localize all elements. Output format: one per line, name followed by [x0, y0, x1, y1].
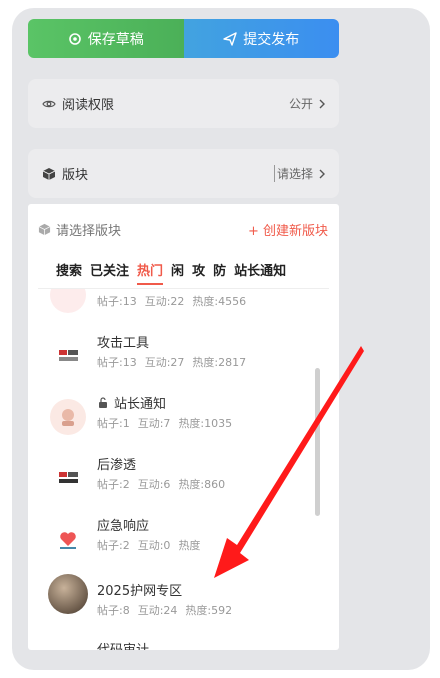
post-exploit-logo-icon [59, 472, 78, 483]
read-permission-row[interactable]: 阅读权限 公开 [28, 79, 339, 128]
interact-count: 互动:24 [137, 604, 178, 617]
heat-count: 热度 [178, 539, 201, 552]
interact-count: 互动:7 [137, 417, 171, 430]
block-stats: 帖子:13 互动:22 热度:4556 [97, 293, 246, 309]
block-name-row: 站长通知 [97, 393, 166, 412]
list-scrollbar[interactable] [315, 292, 320, 650]
heat-count: 热度:860 [178, 478, 226, 491]
heart-logo-icon [60, 532, 76, 549]
cube-icon [38, 223, 51, 236]
create-block-label: + 创建新版块 [247, 224, 328, 239]
block-avatar [50, 460, 86, 496]
block-select-row[interactable]: 版块 请选择 [28, 149, 339, 198]
posts-count: 帖子:8 [97, 604, 130, 617]
tab-defense[interactable]: 防 [213, 260, 226, 285]
submit-publish-label: 提交发布 [243, 31, 300, 48]
block-stats: 帖子:2 互动:6 热度:860 [97, 476, 225, 492]
tab-search[interactable]: 搜索 [56, 260, 82, 285]
list-item[interactable]: 攻击工具 帖子:13 互动:27 热度:2817 [28, 326, 324, 387]
block-name: 2025护网专区 [97, 584, 183, 599]
posts-count: 帖子:2 [97, 539, 130, 552]
chevron-right-icon [319, 169, 325, 178]
cube-icon [42, 167, 56, 180]
unlock-icon [99, 396, 107, 408]
tab-idle[interactable]: 闲 [171, 260, 184, 285]
list-item[interactable]: 代码审计 [28, 631, 324, 650]
block-tabs: 搜索 已关注 热门 闲 攻 防 站长通知 [56, 260, 286, 285]
posts-count: 帖子:1 [97, 417, 130, 430]
list-item[interactable]: 站长通知 帖子:1 互动:7 热度:1035 [28, 387, 324, 448]
block-label: 版块 [62, 168, 89, 183]
create-block-link[interactable]: + 创建新版块 [248, 220, 328, 239]
block-name: 代码审计 [97, 639, 149, 650]
notice-avatar-icon [62, 409, 74, 426]
block-list: 帖子:13 互动:22 热度:4556 攻击工具 帖子:13 互动:27 热度:… [28, 289, 324, 650]
posts-count: 帖子:13 [97, 295, 137, 308]
save-draft-label: 保存草稿 [87, 31, 144, 48]
dropdown-header: 请选择版块 + 创建新版块 [38, 220, 328, 239]
eye-icon [42, 100, 56, 107]
send-icon [223, 31, 237, 46]
block-avatar-photo [48, 574, 88, 614]
tab-admin-notice[interactable]: 站长通知 [234, 260, 286, 285]
block-stats: 帖子:1 互动:7 热度:1035 [97, 415, 232, 431]
block-stats: 帖子:2 互动:0 热度 [97, 537, 200, 553]
posts-count: 帖子:13 [97, 356, 137, 369]
scroll-thumb[interactable] [315, 368, 320, 516]
block-stats: 帖子:13 互动:27 热度:2817 [97, 354, 246, 370]
block-stats: 帖子:8 互动:24 热度:592 [97, 602, 232, 618]
block-avatar [50, 521, 86, 557]
block-name: 站长通知 [114, 397, 167, 412]
dropdown-title: 请选择版块 [56, 224, 122, 239]
block-avatar [50, 289, 86, 313]
interact-count: 互动:0 [137, 539, 171, 552]
block-avatar [50, 399, 86, 435]
target-icon [68, 32, 81, 45]
tab-followed[interactable]: 已关注 [90, 260, 129, 285]
list-item[interactable]: 后渗透 帖子:2 互动:6 热度:860 [28, 448, 324, 509]
interact-count: 互动:22 [144, 295, 185, 308]
interact-count: 互动:6 [137, 478, 171, 491]
heat-count: 热度:1035 [178, 417, 233, 430]
interact-count: 互动:27 [144, 356, 185, 369]
tab-attack[interactable]: 攻 [192, 260, 205, 285]
list-item[interactable]: 应急响应 帖子:2 互动:0 热度 [28, 509, 324, 570]
block-dropdown: 请选择版块 + 创建新版块 搜索 已关注 热门 闲 攻 防 站长通知 帖子:13… [28, 204, 339, 650]
heat-count: 热度:2817 [192, 356, 247, 369]
block-placeholder: 请选择 [276, 167, 313, 181]
read-permission-value: 公开 [288, 97, 313, 111]
save-draft-button[interactable]: 保存草稿 [28, 19, 184, 58]
heat-count: 热度:592 [185, 604, 233, 617]
list-item[interactable]: 2025护网专区 帖子:8 互动:24 热度:592 [28, 570, 324, 631]
submit-publish-button[interactable]: 提交发布 [183, 19, 339, 58]
block-avatar [50, 338, 86, 374]
block-name: 应急响应 [97, 519, 150, 534]
block-name: 攻击工具 [97, 336, 150, 351]
chevron-right-icon [319, 99, 325, 108]
action-buttons: 保存草稿 提交发布 [28, 19, 339, 58]
block-name: 后渗透 [97, 458, 137, 473]
list-item[interactable]: 帖子:13 互动:22 热度:4556 [28, 289, 324, 326]
tab-hot[interactable]: 热门 [137, 260, 164, 285]
heat-count: 热度:4556 [192, 295, 247, 308]
posts-count: 帖子:2 [97, 478, 130, 491]
read-permission-label: 阅读权限 [62, 98, 115, 113]
red-team-logo-icon [59, 350, 78, 361]
